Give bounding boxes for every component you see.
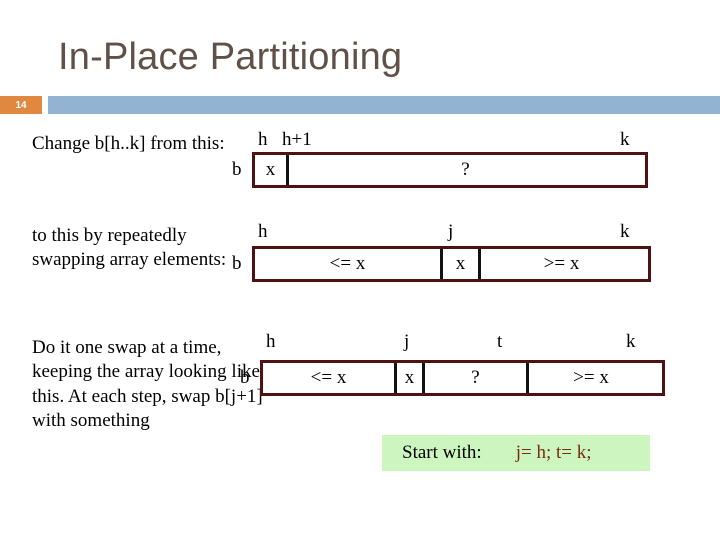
- array-cell: >= x: [478, 249, 642, 279]
- header-divider: [48, 96, 720, 114]
- array-index-label: t: [497, 331, 503, 352]
- array-box: <= x x >= x: [252, 246, 651, 282]
- array-index-label: h: [266, 331, 276, 352]
- array-cell: >= x: [526, 363, 653, 393]
- array-cell: x: [265, 159, 276, 180]
- array-cell: ?: [286, 155, 642, 185]
- header-band: 14: [0, 96, 720, 114]
- array-box: <= x x? >= x: [260, 360, 665, 396]
- array-index-label: k: [620, 221, 630, 242]
- array-index-label: k: [626, 331, 636, 352]
- array-index-label: j: [448, 221, 454, 242]
- array-cell: x: [440, 249, 478, 279]
- array-name-label: b: [232, 253, 242, 274]
- array-index-label: h: [258, 129, 268, 150]
- array-index-label: k: [620, 129, 630, 150]
- slide-number-badge: 14: [0, 96, 42, 114]
- page-title: In-Place Partitioning: [58, 36, 403, 78]
- array-index-label: h+1: [282, 129, 312, 150]
- array-cell: ?: [422, 363, 526, 393]
- array-box: x?: [252, 152, 648, 188]
- start-with-label: Start with:: [402, 442, 482, 463]
- caption-to-this: to this by repeatedly swapping array ele…: [32, 225, 227, 271]
- array-cell: x: [394, 363, 422, 393]
- array-index-label: h: [258, 221, 268, 242]
- array-index-label: j: [404, 331, 410, 352]
- start-with-code: j= h; t= k;: [515, 442, 592, 463]
- start-with-callout: Start with: j= h; t= k;: [382, 435, 650, 471]
- array-name-label: b: [240, 367, 250, 388]
- array-cell: <= x: [329, 253, 366, 274]
- array-cell: <= x: [310, 367, 347, 388]
- array-name-label: b: [232, 159, 242, 180]
- caption-change-from: Change b[h..k] from this:: [32, 133, 225, 154]
